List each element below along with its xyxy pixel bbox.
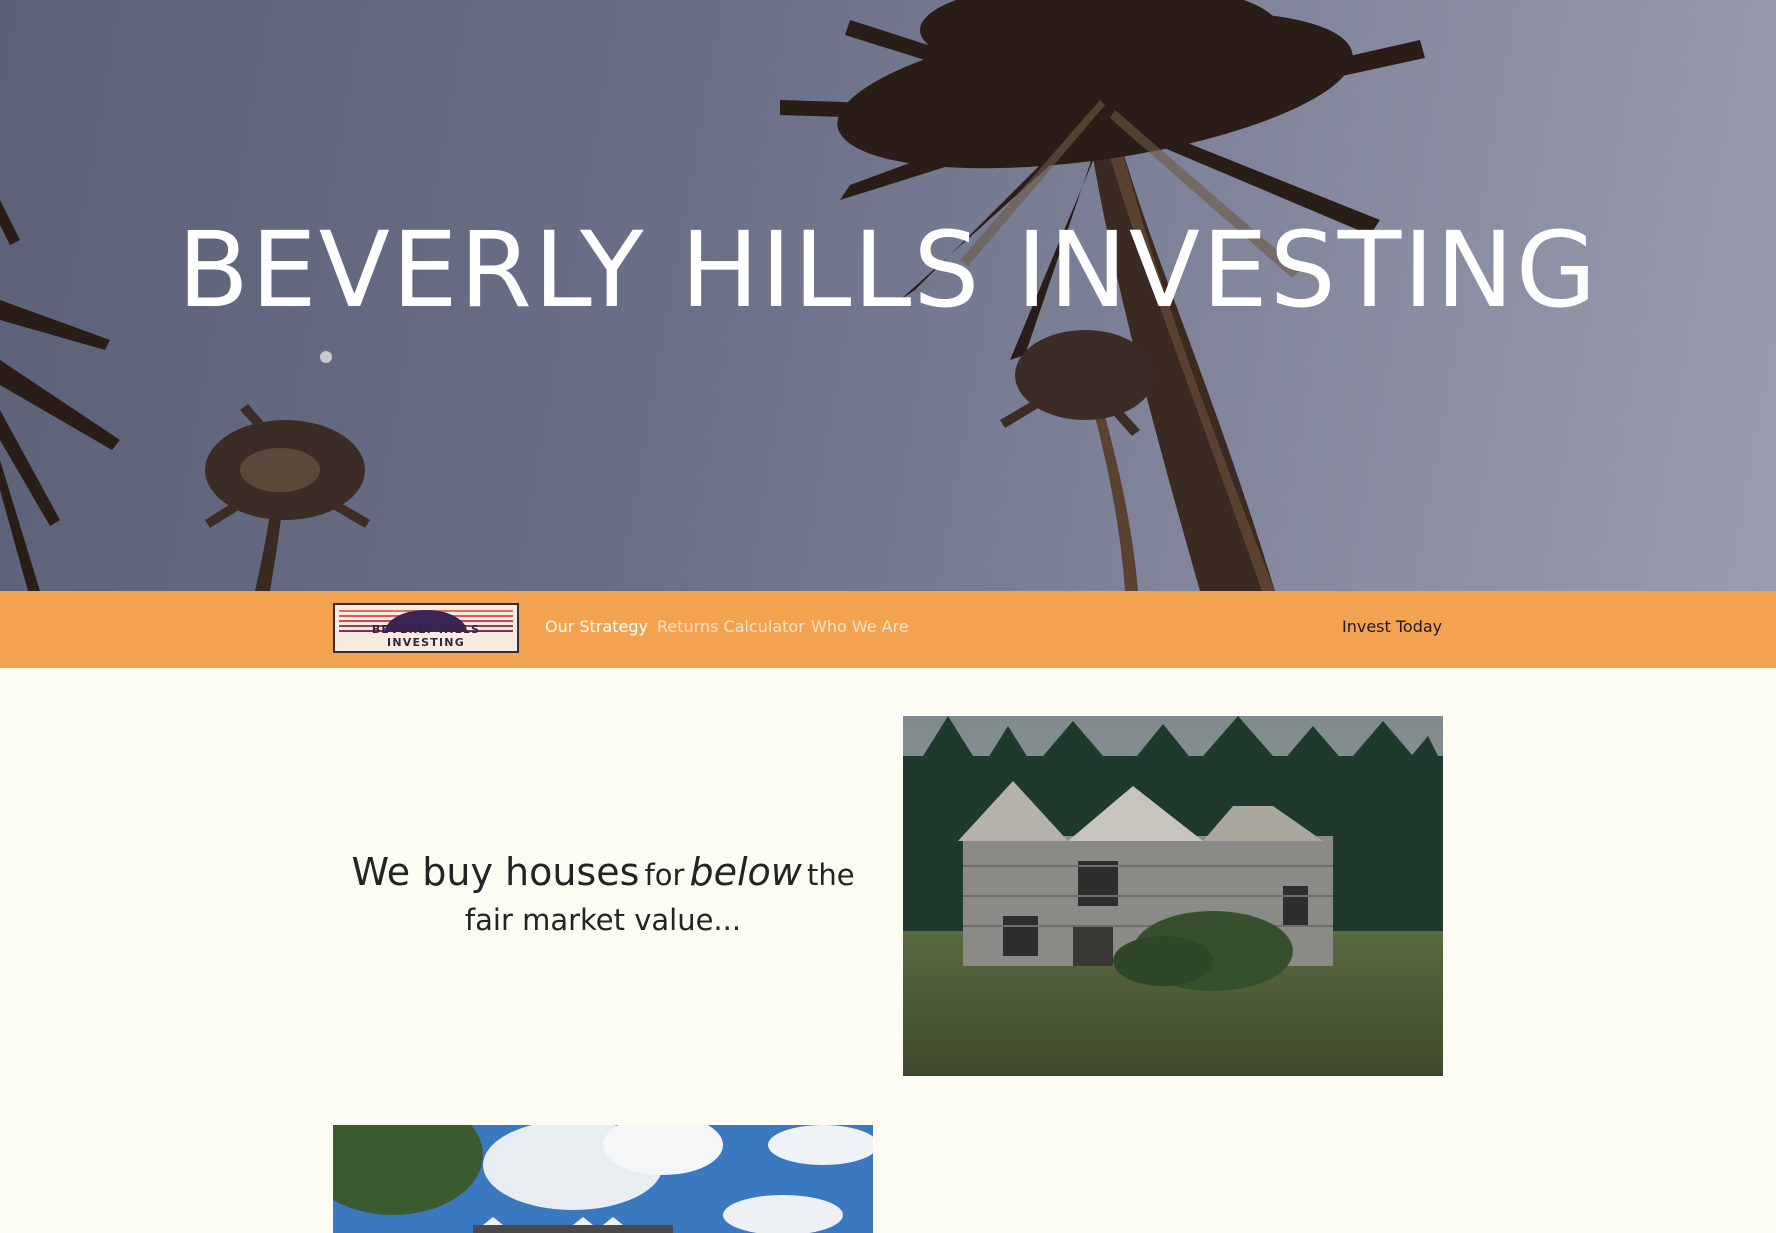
nav-link-our-strategy[interactable]: Our Strategy [545,617,648,636]
hero-banner: BEVERLY HILLS INVESTING [0,0,1776,591]
headline-part-3: below [689,850,802,894]
main-nav: BEVERLY HILLS INVESTING Our Strategy Ret… [0,591,1776,668]
headline-part-1: We buy houses [351,850,640,894]
abandoned-house-photo [903,716,1443,1076]
headline: We buy houses for below the fair market … [333,852,873,945]
headline-part-2: for [644,858,685,892]
logo-text: BEVERLY HILLS INVESTING [371,623,481,649]
nav-link-returns-calculator[interactable]: Returns Calculator [657,617,805,636]
invest-today-button[interactable]: Invest Today [1342,617,1442,636]
hero-title: BEVERLY HILLS INVESTING [177,209,1599,331]
house-sky-photo [333,1125,873,1233]
logo[interactable]: BEVERLY HILLS INVESTING [333,603,519,653]
nav-link-who-we-are[interactable]: Who We Are [811,617,909,636]
